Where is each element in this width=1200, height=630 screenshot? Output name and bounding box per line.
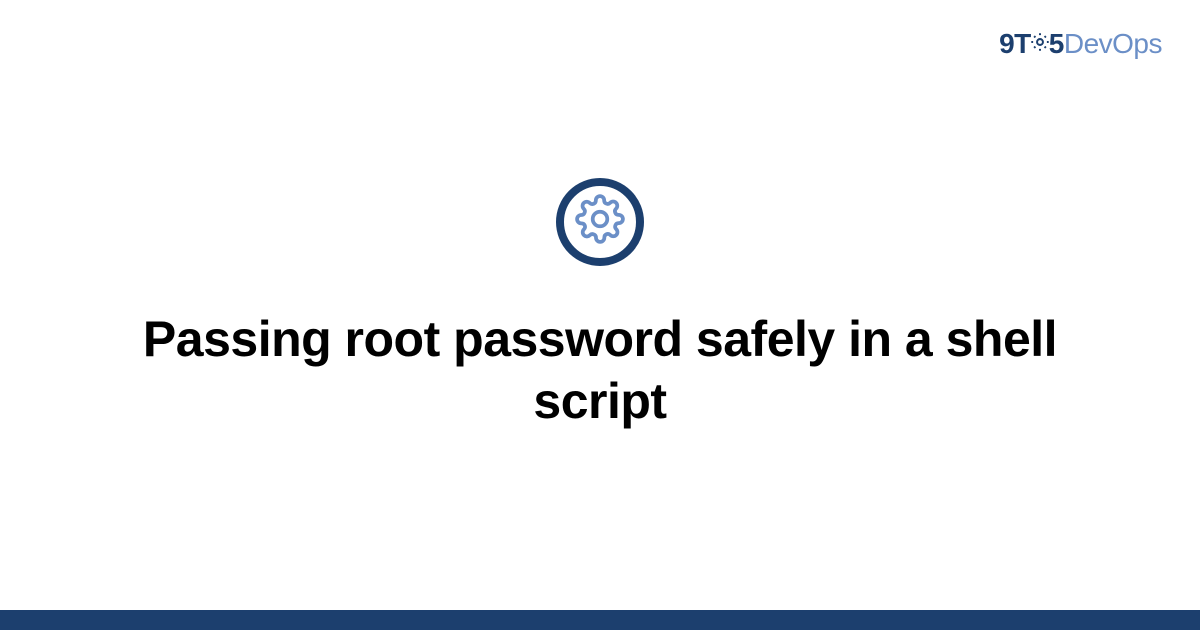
gear-icon-badge [556, 178, 644, 266]
gear-icon [575, 194, 625, 249]
main-content: Passing root password safely in a shell … [0, 0, 1200, 610]
page-title: Passing root password safely in a shell … [110, 308, 1090, 433]
footer-bar [0, 610, 1200, 630]
